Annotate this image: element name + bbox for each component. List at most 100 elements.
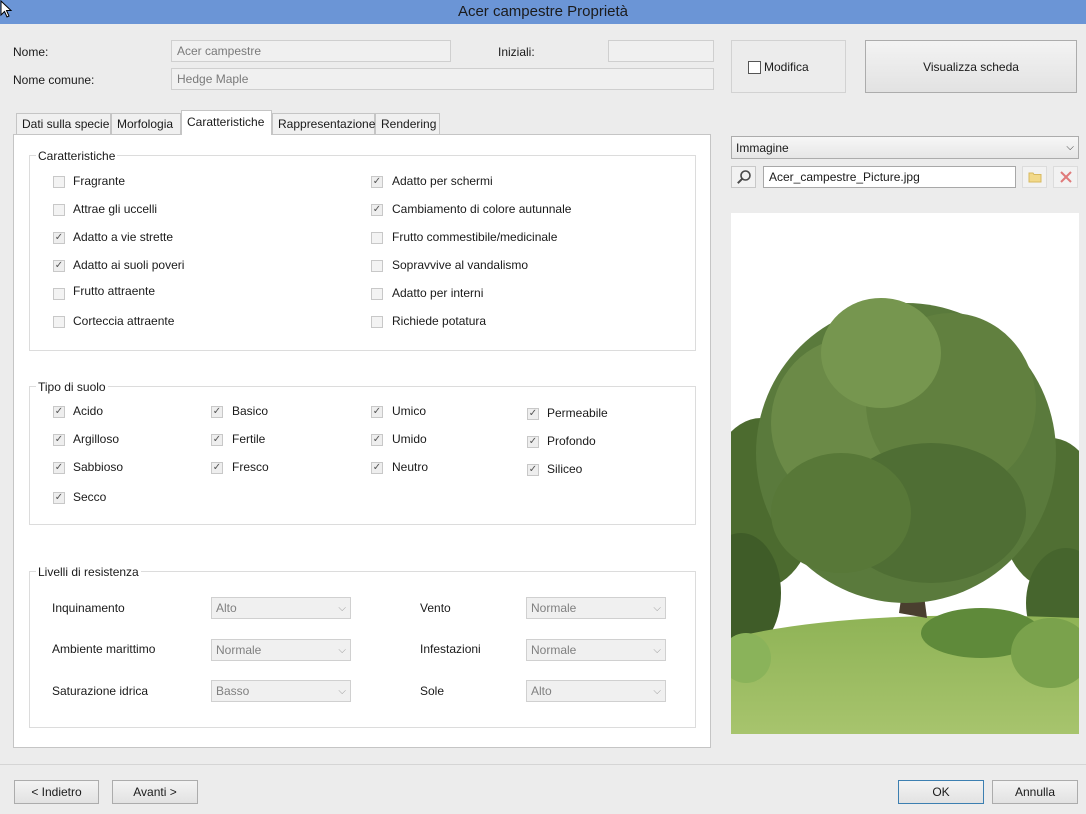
corteccia-attraente-checkbox[interactable] — [53, 316, 65, 328]
umido-checkbox[interactable]: ✓ — [371, 434, 383, 446]
magnifier-icon — [736, 170, 751, 184]
umido-label: Umido — [392, 432, 427, 446]
ok-button[interactable]: OK — [898, 780, 984, 804]
colore-autunnale-checkbox[interactable]: ✓ — [371, 204, 383, 216]
tab-rendering[interactable]: Rendering — [375, 113, 440, 134]
potatura-checkbox[interactable] — [371, 316, 383, 328]
select-value: Alto — [216, 601, 237, 615]
ambiente-marittimo-select[interactable]: Normale ⌵ — [211, 639, 351, 661]
fragrante-checkbox[interactable] — [53, 176, 65, 188]
saturazione-idrica-select[interactable]: Basso ⌵ — [211, 680, 351, 702]
select-value: Immagine — [736, 140, 789, 155]
tab-dati-sulla-specie[interactable]: Dati sulla specie — [16, 113, 111, 134]
mouse-cursor-icon — [0, 0, 13, 18]
profondo-checkbox[interactable]: ✓ — [527, 436, 539, 448]
footer-separator — [0, 764, 1086, 765]
sabbioso-checkbox[interactable]: ✓ — [53, 462, 65, 474]
tab-label: Morfologia — [117, 117, 174, 131]
vie-strette-checkbox[interactable]: ✓ — [53, 232, 65, 244]
infestazioni-label: Infestazioni — [420, 642, 481, 656]
tab-label: Rappresentazione — [278, 117, 376, 131]
tree-photo — [731, 213, 1079, 734]
permeabile-checkbox[interactable]: ✓ — [527, 408, 539, 420]
chevron-down-icon: ⌵ — [653, 602, 661, 614]
back-label: < Indietro — [31, 785, 82, 799]
sabbioso-label: Sabbioso — [73, 460, 124, 474]
suoli-poveri-label: Adatto ai suoli poveri — [73, 258, 185, 272]
tab-morfologia[interactable]: Morfologia — [111, 113, 181, 134]
vento-select[interactable]: Normale ⌵ — [526, 597, 666, 619]
umico-checkbox[interactable]: ✓ — [371, 406, 383, 418]
chevron-down-icon: ⌵ — [653, 685, 661, 697]
acido-checkbox[interactable]: ✓ — [53, 406, 65, 418]
chevron-down-icon: ⌵ — [338, 685, 346, 697]
chevron-down-icon: ⌵ — [1066, 142, 1074, 153]
sole-label: Sole — [420, 684, 445, 698]
iniziali-field[interactable] — [608, 40, 714, 62]
tree-image — [731, 213, 1079, 734]
vento-label: Vento — [420, 601, 451, 615]
nome-comune-field[interactable]: Hedge Maple — [171, 68, 714, 90]
schermi-checkbox[interactable]: ✓ — [371, 176, 383, 188]
inquinamento-label: Inquinamento — [52, 601, 125, 615]
suoli-poveri-checkbox[interactable]: ✓ — [53, 260, 65, 272]
folder-icon — [1028, 172, 1041, 183]
fragrante-label: Fragrante — [73, 174, 126, 188]
delete-image-button[interactable] — [1053, 166, 1078, 188]
sole-select[interactable]: Alto ⌵ — [526, 680, 666, 702]
acido-label: Acido — [73, 404, 104, 418]
inquinamento-select[interactable]: Alto ⌵ — [211, 597, 351, 619]
caratteristiche-title: Caratteristiche — [36, 149, 118, 163]
interni-checkbox[interactable] — [371, 288, 383, 300]
chevron-down-icon: ⌵ — [653, 644, 661, 656]
permeabile-label: Permeabile — [547, 406, 608, 420]
close-button[interactable] — [1060, 0, 1080, 18]
modifica-checkbox[interactable] — [748, 61, 761, 74]
nome-label: Nome: — [13, 45, 49, 59]
nome-field[interactable]: Acer campestre — [171, 40, 451, 62]
basico-checkbox[interactable]: ✓ — [211, 406, 223, 418]
siliceo-checkbox[interactable]: ✓ — [527, 464, 539, 476]
vie-strette-label: Adatto a vie strette — [73, 230, 174, 244]
cancel-label: Annulla — [1014, 785, 1056, 799]
resistenza-title: Livelli di resistenza — [36, 565, 141, 579]
visualizza-scheda-button[interactable]: Visualizza scheda — [865, 40, 1077, 93]
fertile-checkbox[interactable]: ✓ — [211, 434, 223, 446]
window-title: Acer campestre Proprietà — [457, 3, 629, 20]
image-filename-field[interactable]: Acer_campestre_Picture.jpg — [763, 166, 1016, 188]
next-button[interactable]: Avanti > — [112, 780, 198, 804]
secco-label: Secco — [73, 490, 107, 504]
fresco-label: Fresco — [232, 460, 269, 474]
colore-autunnale-label: Cambiamento di colore autunnale — [392, 202, 572, 216]
title-bar[interactable]: Acer campestre Proprietà — [0, 0, 1086, 24]
delete-icon — [1059, 171, 1072, 183]
select-value: Normale — [531, 601, 577, 615]
browse-image-button[interactable] — [731, 166, 756, 188]
attrae-uccelli-checkbox[interactable] — [53, 204, 65, 216]
frutto-commestibile-checkbox[interactable] — [371, 232, 383, 244]
neutro-label: Neutro — [392, 460, 429, 474]
vandalismo-checkbox[interactable] — [371, 260, 383, 272]
ok-label: OK — [932, 785, 950, 799]
secco-checkbox[interactable]: ✓ — [53, 492, 65, 504]
frutto-attraente-checkbox[interactable] — [53, 288, 65, 300]
argilloso-checkbox[interactable]: ✓ — [53, 434, 65, 446]
tab-rappresentazione[interactable]: Rappresentazione — [272, 113, 375, 134]
infestazioni-select[interactable]: Normale ⌵ — [526, 639, 666, 661]
chevron-down-icon: ⌵ — [338, 644, 346, 656]
nome-comune-label: Nome comune: — [13, 73, 95, 87]
neutro-checkbox[interactable]: ✓ — [371, 462, 383, 474]
back-button[interactable]: < Indietro — [14, 780, 99, 804]
open-folder-button[interactable] — [1022, 166, 1047, 188]
argilloso-label: Argilloso — [73, 432, 120, 446]
image-type-select[interactable]: Immagine ⌵ — [731, 136, 1079, 159]
cancel-button[interactable]: Annulla — [992, 780, 1078, 804]
select-value: Alto — [531, 684, 552, 698]
fresco-checkbox[interactable]: ✓ — [211, 462, 223, 474]
potatura-label: Richiede potatura — [392, 314, 487, 328]
tipo-suolo-title: Tipo di suolo — [36, 380, 108, 394]
tab-caratteristiche[interactable]: Caratteristiche — [181, 110, 272, 135]
modifica-label: Modifica — [764, 60, 809, 74]
schermi-label: Adatto per schermi — [392, 174, 493, 188]
corteccia-attraente-label: Corteccia attraente — [73, 314, 175, 328]
